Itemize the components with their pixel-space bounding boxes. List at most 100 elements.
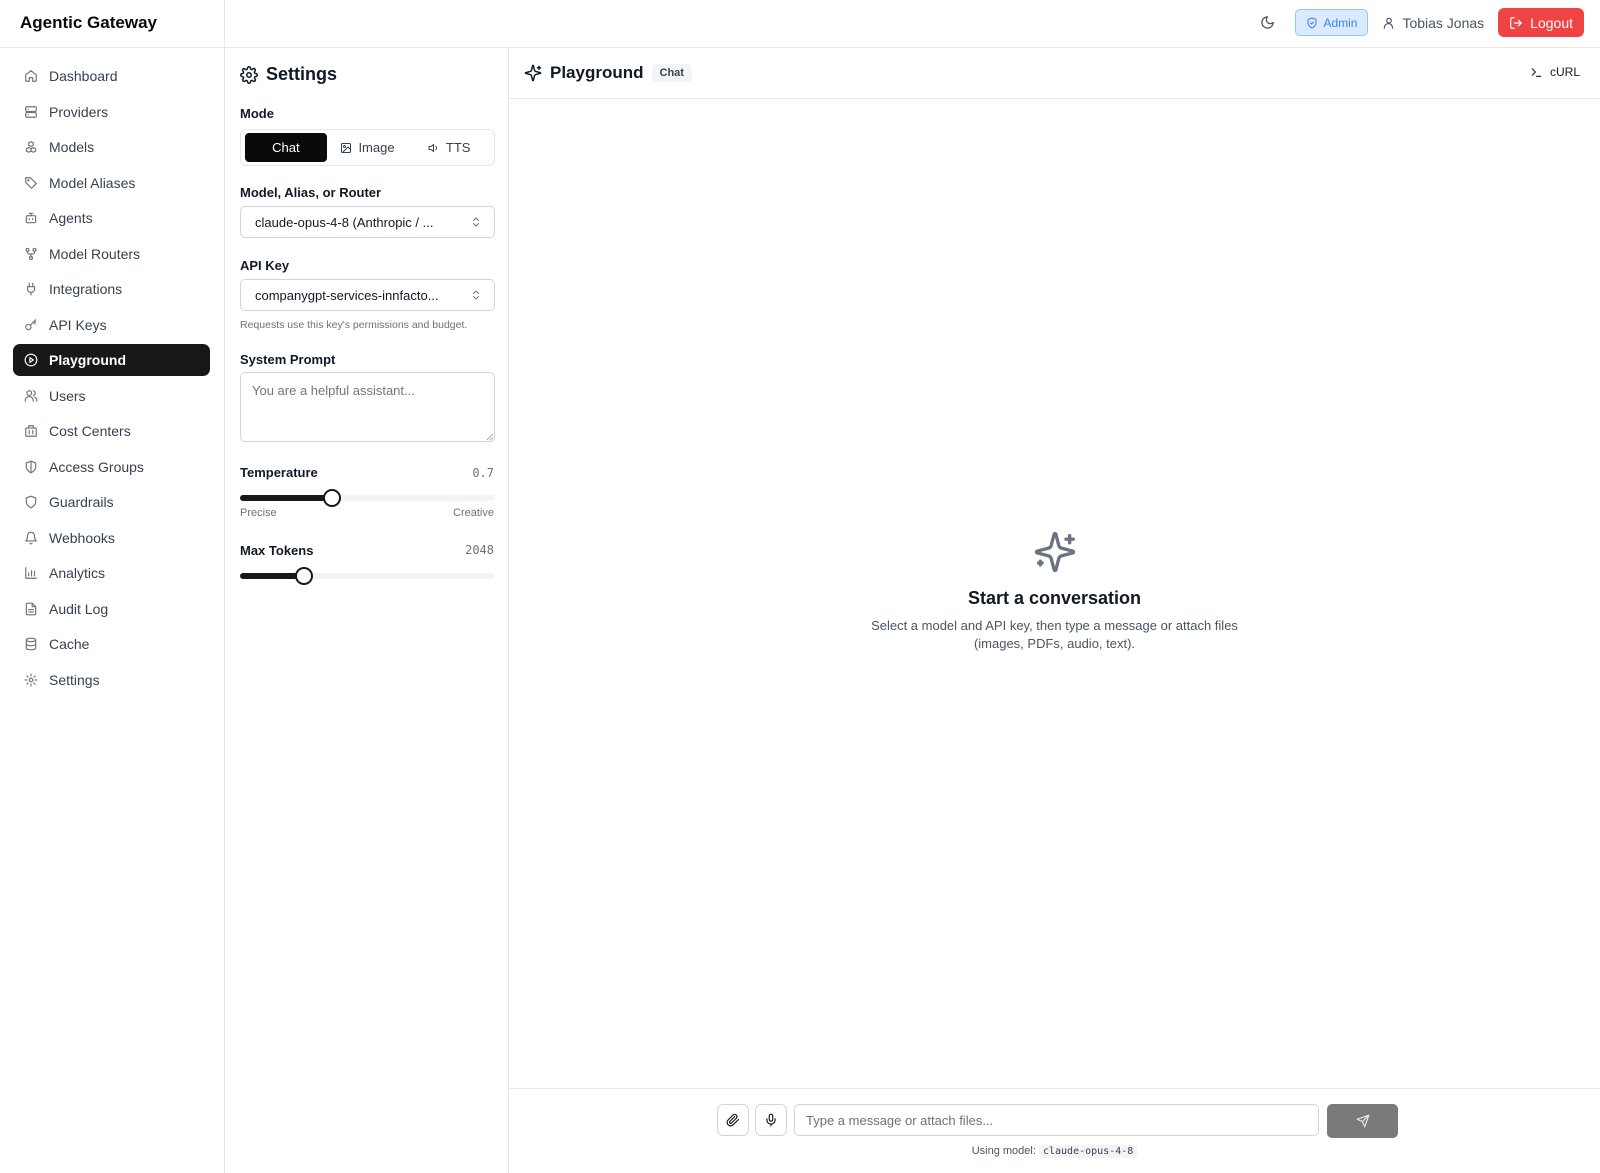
file-text-icon: [25, 602, 37, 615]
paperclip-icon: [726, 1113, 740, 1127]
sidebar-item-label: Model Aliases: [49, 174, 136, 191]
api-key-select-value: companygpt-services-innfacto...: [255, 287, 439, 303]
sidebar-item-access-groups[interactable]: Access Groups: [13, 451, 210, 483]
building-icon: [25, 425, 37, 437]
sidebar-item-label: Model Routers: [49, 245, 141, 262]
bar-chart-icon: [25, 567, 37, 579]
empty-state-title: Start a conversation: [967, 588, 1142, 608]
git-fork-icon: [25, 247, 37, 260]
using-model-info: Using model: claude-opus-4-8: [509, 1145, 1600, 1158]
temperature-value: 0.7: [472, 466, 494, 480]
max-tokens-value: 2048: [465, 543, 494, 557]
shield-icon: [25, 495, 37, 509]
settings-title: Settings: [240, 64, 337, 85]
sidebar-item-integrations[interactable]: Integrations: [13, 273, 210, 305]
sidebar-item-dashboard[interactable]: Dashboard: [13, 60, 210, 92]
playground-header: Playground Chat cURL: [509, 48, 1600, 99]
mode-tabs: Chat Image TTS: [240, 129, 495, 166]
sidebar-item-label: Agents: [49, 210, 93, 226]
sidebar-item-label: Integrations: [49, 281, 123, 297]
page-title: Playground: [550, 63, 644, 82]
temperature-min-label: Precise: [240, 507, 277, 519]
plug-icon: [26, 282, 36, 296]
mode-tab-image[interactable]: Image: [327, 133, 409, 162]
api-key-hint: Requests use this key's permissions and …: [240, 319, 468, 331]
model-select-value: claude-opus-4-8 (Anthropic / ...: [255, 214, 434, 230]
users-icon: [24, 389, 38, 402]
settings-title-text: Settings: [266, 64, 338, 84]
sidebar-item-cache[interactable]: Cache: [13, 628, 210, 660]
attach-button[interactable]: [717, 1104, 749, 1136]
sidebar-item-label: Dashboard: [49, 68, 118, 84]
sidebar-item-api-keys[interactable]: API Keys: [13, 309, 210, 341]
user-menu[interactable]: Tobias Jonas: [1382, 15, 1484, 31]
user-icon: [1384, 17, 1394, 29]
voice-input-button[interactable]: [755, 1104, 787, 1136]
message-input[interactable]: [794, 1104, 1319, 1136]
temperature-slider-fill: [240, 495, 332, 501]
key-icon: [25, 318, 37, 330]
mode-tab-chat[interactable]: Chat: [245, 133, 327, 162]
terminal-icon: [1531, 67, 1542, 77]
admin-badge: Admin: [1295, 9, 1369, 36]
system-prompt-label: System Prompt: [240, 352, 336, 367]
mode-tab-tts[interactable]: TTS: [408, 133, 490, 162]
send-button[interactable]: [1327, 1104, 1398, 1138]
bell-icon: [25, 531, 37, 544]
sidebar-item-label: Models: [49, 139, 95, 155]
temperature-slider-thumb[interactable]: [322, 489, 341, 507]
api-key-select[interactable]: companygpt-services-innfacto...: [240, 279, 495, 311]
model-select[interactable]: claude-opus-4-8 (Anthropic / ...: [240, 206, 495, 238]
max-tokens-slider[interactable]: [240, 567, 495, 585]
theme-toggle-button[interactable]: [1253, 9, 1281, 37]
sidebar-item-webhooks[interactable]: Webhooks: [13, 522, 210, 554]
logout-button[interactable]: Logout: [1498, 8, 1584, 37]
top-bar: Agentic Gateway Admin Tobias Jonas Logou…: [0, 0, 1600, 48]
sidebar-item-guardrails[interactable]: Guardrails: [13, 486, 210, 518]
gear-icon: [240, 65, 258, 84]
home-icon: [25, 70, 37, 82]
chevrons-up-down-icon: [473, 290, 479, 300]
sparkles-icon: [1034, 531, 1075, 573]
settings-panel: Settings Mode Chat Image TTS Model, Alia…: [225, 48, 509, 1173]
microphone-icon: [766, 1113, 776, 1127]
sidebar-item-providers[interactable]: Providers: [13, 96, 210, 128]
sidebar-item-label: Access Groups: [49, 458, 144, 475]
sidebar-item-label: Audit Log: [49, 600, 109, 617]
shield-check-icon: [1307, 17, 1317, 28]
sparkles-icon: [524, 64, 542, 82]
sidebar-item-label: Cache: [49, 636, 90, 652]
max-tokens-label: Max Tokens: [240, 543, 314, 558]
mode-tab-label: Chat: [272, 140, 300, 155]
sidebar-item-analytics[interactable]: Analytics: [13, 557, 210, 589]
resize-handle-icon[interactable]: [485, 432, 494, 441]
chevrons-up-down-icon: [473, 217, 479, 227]
curl-button[interactable]: cURL: [1530, 65, 1580, 79]
using-model-label: Using model:: [971, 1145, 1036, 1157]
sidebar-item-model-routers[interactable]: Model Routers: [13, 238, 210, 270]
boxes-icon: [25, 141, 37, 153]
playground-main: Playground Chat cURL Start a conversatio…: [509, 48, 1600, 1173]
max-tokens-slider-thumb[interactable]: [294, 567, 313, 585]
curl-label: cURL: [1549, 65, 1580, 79]
sidebar-item-model-aliases[interactable]: Model Aliases: [13, 167, 210, 199]
sidebar-item-playground[interactable]: Playground: [13, 344, 210, 376]
sidebar-item-audit-log[interactable]: Audit Log: [13, 593, 210, 625]
sidebar-item-users[interactable]: Users: [13, 380, 210, 412]
empty-state: Start a conversation Select a model and …: [509, 530, 1600, 653]
volume-icon: [428, 143, 437, 152]
sidebar-item-models[interactable]: Models: [13, 131, 210, 163]
temperature-label: Temperature: [240, 465, 318, 480]
temperature-slider[interactable]: [240, 489, 495, 507]
tag-icon: [25, 176, 37, 189]
logout-icon: [1510, 16, 1523, 29]
sidebar-item-label: Cost Centers: [49, 423, 131, 439]
sidebar-item-cost-centers[interactable]: Cost Centers: [13, 415, 210, 447]
user-name: Tobias Jonas: [1402, 14, 1485, 31]
bot-icon: [25, 212, 37, 224]
sidebar-item-settings[interactable]: Settings: [13, 664, 210, 696]
sidebar-item-agents[interactable]: Agents: [13, 202, 210, 234]
mode-tab-label: TTS: [445, 140, 471, 155]
system-prompt-input[interactable]: [240, 372, 495, 442]
model-label: Model, Alias, or Router: [240, 185, 382, 200]
